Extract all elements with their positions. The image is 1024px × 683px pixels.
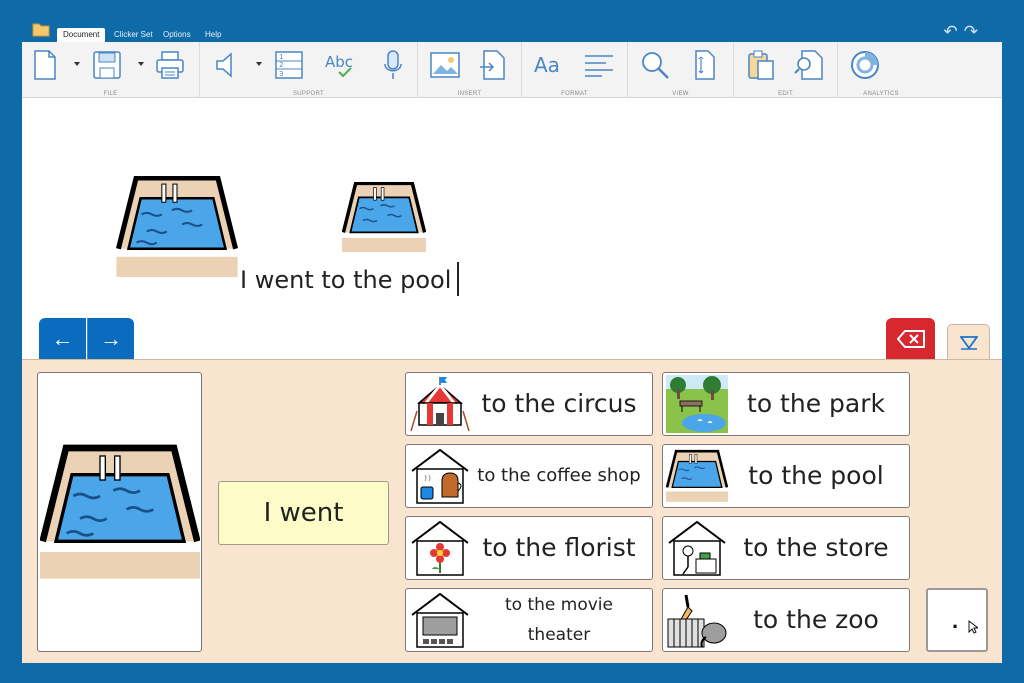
menu-bar: Document Clicker Set Options Help ↶↷ <box>22 22 1002 42</box>
document-area[interactable] <box>22 98 1002 360</box>
tab-clicker-set[interactable]: Clicker Set <box>114 28 153 42</box>
pool-picture-icon <box>39 444 200 579</box>
cell-label: to the circus <box>481 389 637 418</box>
new-document-icon[interactable] <box>28 48 62 82</box>
speaker-icon[interactable] <box>210 48 244 82</box>
store-icon <box>666 519 728 577</box>
zoo-icon <box>666 591 728 649</box>
ribbon-group-insert: INSERT <box>418 42 522 98</box>
delete-button[interactable] <box>886 318 935 360</box>
coffee-shop-icon <box>409 447 471 505</box>
cell-to-the-florist[interactable]: to the florist <box>405 516 653 580</box>
paragraph-icon[interactable] <box>582 48 616 82</box>
ribbon-toolbar: FILE 123 Abc SUPPORT INSERT Aa FORMAT VI… <box>22 42 1002 98</box>
ribbon-group-support: 123 Abc SUPPORT <box>200 42 418 98</box>
cell-to-the-zoo[interactable]: to the zoo <box>662 588 910 652</box>
ribbon-label-support: SUPPORT <box>293 91 324 97</box>
park-icon <box>666 375 728 433</box>
insert-document-icon[interactable] <box>476 48 510 82</box>
find-icon[interactable] <box>792 48 826 82</box>
cell-to-the-pool[interactable]: to the pool <box>662 444 910 508</box>
ribbon-label-view: VIEW <box>672 91 689 97</box>
ribbon-label-insert: INSERT <box>457 91 482 97</box>
ribbon-group-view: VIEW <box>628 42 734 98</box>
cell-label: to the store <box>743 533 889 562</box>
cell-to-the-movie-theater[interactable]: to the movie theater <box>405 588 653 652</box>
undo-redo: ↶↷ <box>944 22 985 42</box>
cell-label-line2: theater <box>527 625 591 645</box>
left-arrow-icon: ← <box>51 326 74 351</box>
backspace-icon <box>896 330 925 348</box>
paste-icon[interactable] <box>744 48 778 82</box>
microphone-icon[interactable] <box>376 48 410 82</box>
redo-icon[interactable]: ↷ <box>964 22 984 41</box>
ribbon-group-edit: EDIT <box>734 42 838 98</box>
triangle-down-icon <box>959 335 978 350</box>
svg-text:Aa: Aa <box>534 53 560 77</box>
svg-text:2: 2 <box>279 61 283 69</box>
cell-label: to the park <box>747 389 885 418</box>
picture-cell[interactable] <box>37 372 202 652</box>
speech-dropdown-icon[interactable] <box>256 62 262 66</box>
pool-symbol-icon <box>115 175 239 282</box>
hide-grid-button[interactable] <box>947 324 990 360</box>
svg-text:3: 3 <box>279 70 283 78</box>
ribbon-label-analytics: ANALYTICS <box>863 91 899 97</box>
cell-to-the-circus[interactable]: to the circus <box>405 372 653 436</box>
blank-cell[interactable]: . <box>926 588 988 652</box>
undo-icon[interactable]: ↶ <box>944 22 964 41</box>
cell-label-line1: to the movie <box>505 595 613 615</box>
cell-label: to the pool <box>748 461 884 490</box>
document-text[interactable]: I went to the pool <box>240 262 460 296</box>
zoom-icon[interactable] <box>638 48 672 82</box>
florist-icon <box>409 519 471 577</box>
spell-check-icon[interactable]: Abc <box>324 48 358 82</box>
svg-text:Abc: Abc <box>325 53 353 71</box>
cell-to-the-store[interactable]: to the store <box>662 516 910 580</box>
document-sentence: I went to the pool <box>240 266 452 294</box>
font-icon[interactable]: Aa <box>532 48 566 82</box>
cell-label: to the coffee shop <box>477 465 641 486</box>
mouse-pointer-icon <box>968 620 978 634</box>
svg-text:1: 1 <box>279 53 283 61</box>
folder-icon[interactable] <box>32 22 50 37</box>
blank-cell-dot: . <box>952 608 959 633</box>
ribbon-label-file: FILE <box>103 91 118 97</box>
word-predictor-icon[interactable]: 123 <box>272 48 306 82</box>
tab-help[interactable]: Help <box>205 28 221 42</box>
insert-picture-icon[interactable] <box>428 48 462 82</box>
circus-tent-icon <box>409 375 471 433</box>
text-cursor <box>457 262 460 296</box>
forward-button[interactable]: → <box>87 318 134 360</box>
ribbon-group-analytics: ANALYTICS <box>838 42 924 98</box>
pool-symbol-small-icon <box>341 181 427 257</box>
save-dropdown-icon[interactable] <box>138 62 144 66</box>
pool-icon <box>665 447 729 505</box>
back-button[interactable]: ← <box>39 318 86 360</box>
tab-document[interactable]: Document <box>57 28 106 42</box>
tab-options[interactable]: Options <box>163 28 191 42</box>
cell-to-the-park[interactable]: to the park <box>662 372 910 436</box>
cell-label: to the florist <box>482 533 636 562</box>
ribbon-label-format: FORMAT <box>561 91 588 97</box>
cell-label: to the zoo <box>753 605 879 634</box>
ribbon-label-edit: EDIT <box>778 91 793 97</box>
movie-theater-icon <box>409 591 471 649</box>
page-size-icon[interactable] <box>688 48 722 82</box>
save-icon[interactable] <box>90 48 124 82</box>
ribbon-group-format: Aa FORMAT <box>522 42 628 98</box>
analytics-icon[interactable] <box>848 48 882 82</box>
new-dropdown-icon[interactable] <box>74 62 80 66</box>
cell-label: to the movie theater <box>470 589 648 651</box>
ribbon-group-file: FILE <box>22 42 200 98</box>
starter-cell-i-went[interactable]: I went <box>218 481 389 545</box>
right-arrow-icon: → <box>100 326 122 351</box>
print-icon[interactable] <box>153 48 187 82</box>
cell-to-the-coffee-shop[interactable]: to the coffee shop <box>405 444 653 508</box>
